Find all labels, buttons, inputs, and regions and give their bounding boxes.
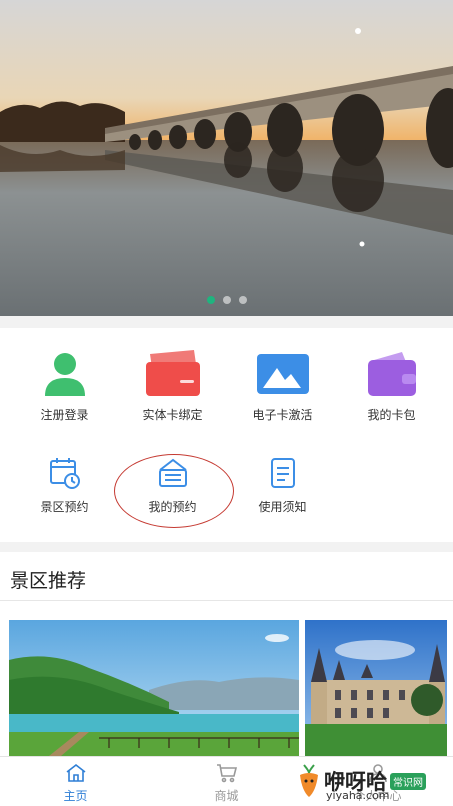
card-wallet-label: 我的卡包 (367, 408, 416, 422)
scenic-recommend-section: 景区推荐 (0, 552, 453, 756)
bind-card-label: 实体卡绑定 (142, 408, 203, 422)
lake-photo (9, 620, 299, 756)
page: 注册登录 实体卡绑定 电子卡激活 我的卡包 景区预约 我的预约 使用须知 景区推… (0, 0, 453, 806)
document-icon (266, 456, 300, 490)
section-title: 景区推荐 (10, 570, 87, 592)
carousel-dot[interactable] (206, 296, 215, 304)
activate-ecard-button[interactable]: 电子卡激活 (226, 350, 339, 423)
bridge-photo (0, 0, 453, 316)
user-icon (41, 350, 89, 398)
cart-icon (216, 763, 238, 783)
wallet-icon (366, 350, 418, 398)
carousel-dot[interactable] (238, 296, 247, 304)
scenic-reservation-label: 景区预约 (40, 500, 89, 514)
usage-notice-label: 使用须知 (258, 500, 307, 514)
watermark-badge: 常识网 (390, 772, 426, 790)
card-wallet-button[interactable]: 我的卡包 (335, 350, 448, 423)
register-login-label: 注册登录 (40, 408, 89, 422)
carrot-logo-icon (300, 764, 318, 797)
carousel-indicator (0, 296, 453, 304)
highlight-circle (114, 454, 234, 528)
tab-home-label: 主页 (63, 789, 88, 803)
castle-photo (305, 620, 447, 756)
card-icon (144, 350, 202, 398)
service-grid: 注册登录 实体卡绑定 电子卡激活 我的卡包 景区预约 我的预约 使用须知 (0, 328, 453, 542)
banner-carousel[interactable] (0, 0, 453, 316)
usage-notice-button[interactable]: 使用须知 (226, 456, 339, 515)
bind-card-button[interactable]: 实体卡绑定 (116, 350, 229, 423)
divider (0, 600, 453, 601)
register-login-button[interactable]: 注册登录 (8, 350, 121, 423)
ecard-icon (255, 350, 311, 398)
scenic-reservation-button[interactable]: 景区预约 (8, 456, 121, 515)
tab-home[interactable]: 主页 (0, 757, 151, 806)
home-icon (65, 763, 87, 783)
tab-mall[interactable]: 商城 (151, 757, 302, 806)
calendar-clock-icon (48, 456, 82, 490)
tab-mall-label: 商城 (214, 789, 239, 803)
scenic-card[interactable] (9, 620, 299, 756)
watermark-domain: yiyaha.com (326, 789, 390, 802)
activate-ecard-label: 电子卡激活 (252, 408, 313, 422)
carousel-dot[interactable] (222, 296, 231, 304)
scenic-card[interactable] (305, 620, 447, 756)
watermark: 咿呀哈 常识网 yiyaha.com (298, 756, 453, 806)
